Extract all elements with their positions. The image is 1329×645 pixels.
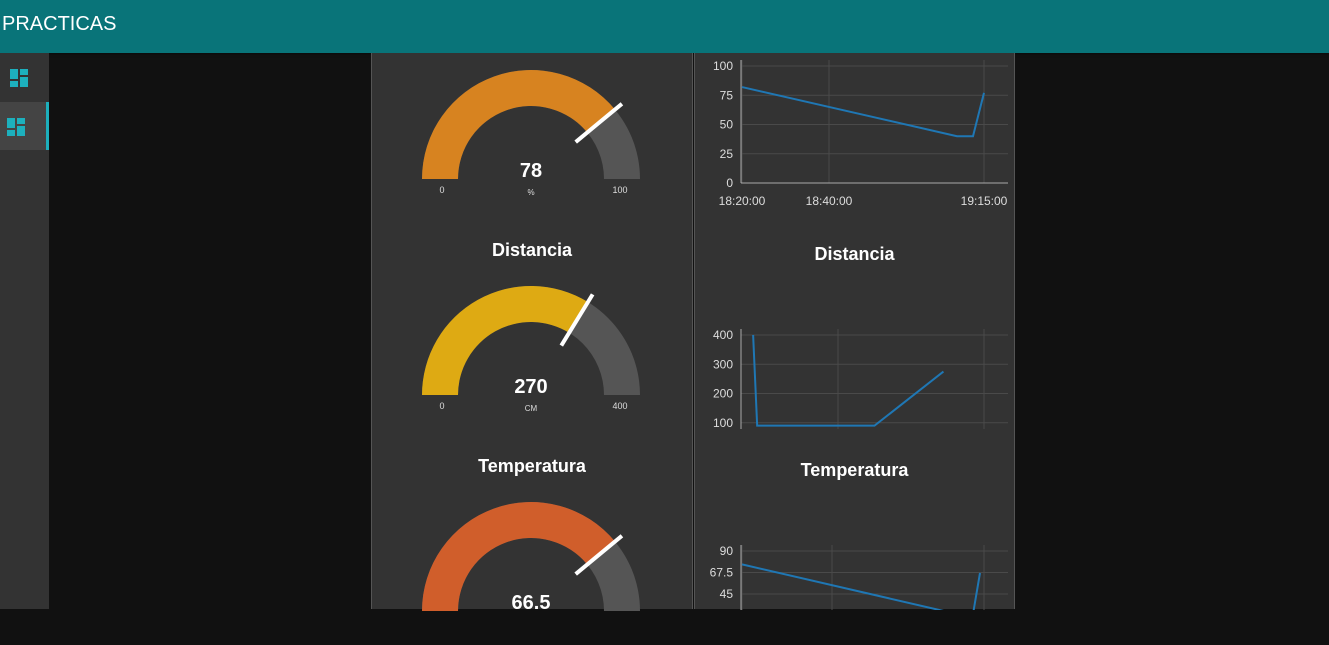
gauge-value: 78 <box>520 160 542 182</box>
sidebar-item-dashboard-2[interactable] <box>0 102 49 150</box>
chart-title: Distancia <box>695 244 1014 265</box>
gauge-max: 400 <box>612 401 627 411</box>
x-tick-label: 19:15:00 <box>961 194 1008 208</box>
x-tick-label: 18:20:00 <box>719 194 766 208</box>
line-chart: 22.54567.590 <box>695 485 1016 610</box>
gauge-min: 0 <box>439 401 444 411</box>
line-chart: 010020030040019:10:0019:12:0019:15:00 <box>695 269 1016 429</box>
gauge-temperatura: 66.5 <box>372 485 694 645</box>
sidebar-item-dashboard-1[interactable] <box>0 53 49 101</box>
top-bar: PRACTICAS <box>0 0 1329 53</box>
dashboard-icon <box>5 116 27 138</box>
y-tick-label: 100 <box>713 59 733 73</box>
charts-group: 0 25 50 75 100 18:20:00 18:40:00 19:15:00 Dista… <box>694 53 1015 609</box>
y-tick-label: 0 <box>726 176 733 190</box>
gauge-value: 270 <box>514 376 547 398</box>
gauge-max: 100 <box>612 185 627 195</box>
gauge-units: CM <box>525 404 538 413</box>
series-line <box>742 564 980 610</box>
x-tick-label: 18:40:00 <box>806 194 853 208</box>
gauge-units: % <box>527 188 534 197</box>
y-tick-label: 200 <box>713 387 733 401</box>
gauges-group: 78 % 0 100 Distancia 270 CM 0 400 Temper… <box>371 53 693 609</box>
y-tick-label: 100 <box>713 416 733 429</box>
series-line <box>753 335 943 426</box>
series-line <box>742 87 984 136</box>
y-tick-label: 25 <box>720 147 734 161</box>
gauge-title: Temperatura <box>372 456 692 477</box>
y-tick-label: 45 <box>720 587 734 601</box>
y-tick-label: 400 <box>713 328 733 342</box>
line-chart: 0 25 50 75 100 18:20:00 18:40:00 19:15:00 <box>695 53 1016 213</box>
y-tick-label: 67.5 <box>710 566 734 580</box>
y-tick-label: 75 <box>720 88 734 102</box>
app-title: PRACTICAS <box>2 13 116 36</box>
gauge-value: 66.5 <box>512 592 551 614</box>
gauge-fill <box>422 70 615 179</box>
dashboard-icon <box>8 67 30 89</box>
chart-title: Temperatura <box>695 460 1014 481</box>
y-tick-label: 300 <box>713 357 733 371</box>
gauge-min: 0 <box>439 185 444 195</box>
y-tick-label: 90 <box>720 544 734 558</box>
sidebar <box>0 53 49 609</box>
y-tick-label: 50 <box>720 118 734 132</box>
gauge-title: Distancia <box>372 240 692 261</box>
gauge-distancia: 270 CM 0 400 <box>372 269 694 429</box>
gauge-humedad: 78 % 0 100 <box>372 53 694 213</box>
